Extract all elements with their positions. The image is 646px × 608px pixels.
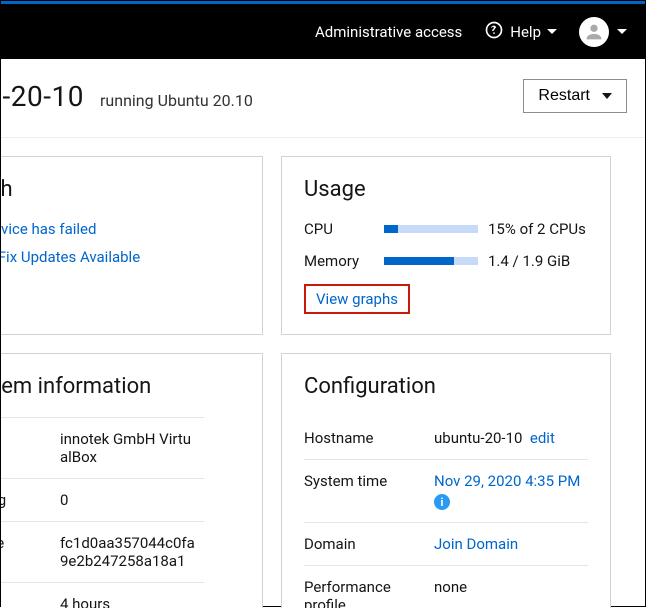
config-row-system-time: System time Nov 29, 2020 4:35 PM i [304,459,588,522]
help-label: Help [510,23,541,41]
usage-memory-label: Memory [304,252,374,270]
view-graphs-wrap: View graphs [304,284,588,314]
table-row: me 4 hours [1,583,204,608]
page-title: ntu-20-10 [1,80,84,113]
configuration-heading: Configuration [304,374,588,399]
sysinfo-key: t tag [1,479,52,522]
memory-progress [384,257,478,265]
system-info-heading: tem information [1,374,240,399]
usage-row-memory: Memory 1.4 / 1.9 GiB [304,252,588,270]
join-domain-link[interactable]: Join Domain [434,535,518,553]
restart-button[interactable]: Restart [523,79,627,113]
restart-label: Restart [538,87,590,105]
usage-cpu-text: 15% of 2 CPUs [488,220,588,238]
health-item-updates[interactable]: Bug Fix Updates Available [1,248,140,266]
health-heading: alth [1,177,240,202]
system-time-link[interactable]: Nov 29, 2020 4:35 PM [434,472,580,490]
config-row-perf-profile: Performance profile none [304,565,588,608]
sysinfo-val: 4 hours [52,583,204,608]
config-key: Hostname [304,429,424,447]
config-row-hostname: Hostname ubuntu-20-10 edit [304,417,588,459]
cpu-progress-fill [384,225,398,233]
configuration-card: Configuration Hostname ubuntu-20-10 edit… [281,353,611,608]
help-icon [484,20,504,44]
user-menu[interactable] [579,17,627,47]
health-card: alth 1 service has failed Bug Fix Update… [1,156,263,335]
memory-progress-fill [384,257,454,265]
sysinfo-val: fc1d0aa357044c0fa9e2b247258a18a1 [52,522,204,583]
info-icon[interactable]: i [434,494,450,510]
table-row: t tag 0 [1,479,204,522]
config-val: Join Domain [434,535,588,553]
usage-card: Usage CPU 15% of 2 CPUs Memory 1.4 / 1.9… [281,156,611,335]
system-info-card: tem information el innotek GmbH VirtualB… [1,353,263,608]
page-subtitle: running Ubuntu 20.10 [100,91,253,110]
config-hostname-value: ubuntu-20-10 [434,429,522,447]
usage-row-cpu: CPU 15% of 2 CPUs [304,220,588,238]
title-bar: ntu-20-10 running Ubuntu 20.10 Restart [1,59,645,138]
sysinfo-key: el [1,418,52,479]
sysinfo-key: nine [1,522,52,583]
config-row-domain: Domain Join Domain [304,522,588,565]
config-key: Performance profile [304,578,424,608]
top-bar: Administrative access Help [1,1,645,59]
help-menu[interactable]: Help [484,20,557,44]
caret-down-icon [602,93,612,99]
usage-heading: Usage [304,177,588,202]
main-scroll[interactable]: ntu-20-10 running Ubuntu 20.10 Restart a… [1,59,645,608]
table-row: nine fc1d0aa357044c0fa9e2b247258a18a1 [1,522,204,583]
avatar-icon [579,17,609,47]
usage-memory-text: 1.4 / 1.9 GiB [488,252,588,270]
system-info-table: el innotek GmbH VirtualBox t tag 0 nine … [1,417,204,608]
sysinfo-val: innotek GmbH VirtualBox [52,418,204,479]
view-graphs-link[interactable]: View graphs [304,284,410,314]
config-key: Domain [304,535,424,553]
health-item-service-failed[interactable]: 1 service has failed [1,220,96,238]
sysinfo-key: me [1,583,52,608]
config-val: none [434,578,588,596]
caret-down-icon [547,29,557,34]
caret-down-icon [617,29,627,34]
config-key: System time [304,472,424,490]
sysinfo-val: 0 [52,479,204,522]
config-val: Nov 29, 2020 4:35 PM i [434,472,588,510]
usage-cpu-label: CPU [304,220,374,238]
edit-hostname-link[interactable]: edit [530,429,555,447]
administrative-access-link[interactable]: Administrative access [315,23,462,41]
cpu-progress [384,225,478,233]
table-row: el innotek GmbH VirtualBox [1,418,204,479]
config-val: ubuntu-20-10 edit [434,429,588,447]
